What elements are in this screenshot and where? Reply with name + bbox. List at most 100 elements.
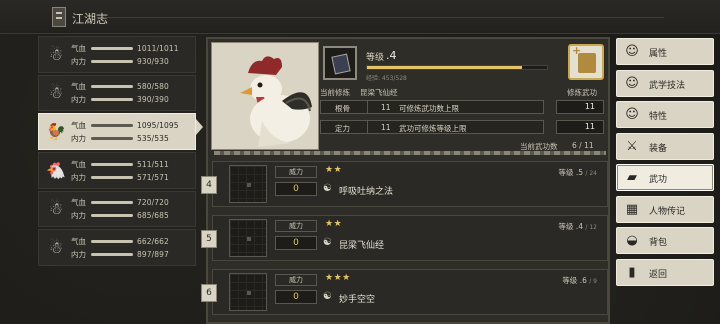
power-label: 威力	[275, 220, 317, 232]
cultivate-label: 修炼武功	[567, 88, 597, 97]
character-avatar-icon: ☃	[48, 44, 64, 64]
mp-stat: 内力 930/930	[71, 56, 169, 66]
skill-name: 妙手空空	[339, 295, 376, 305]
mp-stat: 内力 390/390	[71, 95, 169, 105]
book-icon: ▰	[627, 170, 637, 185]
skill-level: 等级 .5 / 24	[558, 168, 597, 177]
hp-stat: 气血 1095/1095	[71, 120, 179, 130]
power-value: 0	[275, 236, 317, 250]
character-avatar-icon: ☃	[48, 83, 64, 103]
mp-bar	[91, 136, 133, 140]
character-list: ☃ 气血 1011/1011 内力 930/930 ☃ 气血 580/580 内力 39…	[38, 36, 196, 268]
martial-arts-panel: 等级 .4 经验: 453/528 当前修炼 昆梁飞仙经 + 修炼武功 根骨 1…	[201, 37, 610, 324]
rooster-avatar-icon: 🐓	[46, 121, 66, 141]
skill-index: 5	[201, 230, 217, 248]
skill-name: 呼吸吐纳之法	[339, 187, 394, 197]
character-row[interactable]: ☃ 气血 1011/1011 内力 930/930	[38, 36, 196, 73]
skill-count-value: 6 / 11	[572, 141, 594, 150]
character-row[interactable]: ☃ 气血 720/720 内力 685/685	[38, 190, 196, 228]
mp-bar	[91, 59, 133, 63]
hp-stat: 气血 720/720	[71, 198, 169, 208]
rarity-stars: ★★★	[325, 273, 351, 283]
character-portrait	[211, 42, 319, 150]
menu-inventory[interactable]: ◒ 背包	[616, 227, 714, 254]
attribute-value-gengu: 11	[556, 100, 604, 114]
skill-row[interactable]: 5 威力 0 ★★ ☯ 昆梁飞仙经 等级 .4 / 12	[201, 215, 608, 261]
character-avatar-icon: ☃	[48, 237, 64, 257]
skill-level: 等级 .6 / 9	[562, 276, 597, 285]
exp-bar	[366, 65, 548, 70]
mp-stat: 内力 897/897	[71, 249, 169, 259]
face-icon: ☺	[625, 75, 639, 91]
exp-bar-fill	[367, 66, 522, 69]
menu-equipment[interactable]: ⚔ 装备	[616, 132, 714, 160]
skill-row[interactable]: 4 威力 0 ★★ ☯ 呼吸吐纳之法 等级 .5 / 24	[201, 161, 608, 207]
attribute-value-dingli: 11	[556, 120, 604, 134]
hp-bar	[91, 46, 133, 50]
mp-stat: 内力 571/571	[71, 172, 169, 182]
side-menu: ☺ 属性 ☺ 武学技法 ☺ 特性 ⚔ 装备 ▰ 武功 ▦ 人物传记 ◒ 背包 ▮ 返回	[616, 38, 714, 290]
character-row[interactable]: ☃ 气血 580/580 内力 390/390	[38, 74, 196, 112]
journal-icon[interactable]	[52, 7, 66, 27]
yin-yang-icon: ☯	[323, 291, 332, 302]
character-row[interactable]: ☃ 气血 662/662 内力 897/897	[38, 229, 196, 266]
face-icon: ☺	[625, 44, 639, 59]
skill-level: 等级 .4 / 12	[558, 222, 597, 231]
mp-bar	[91, 175, 133, 179]
rarity-stars: ★★	[325, 219, 343, 229]
rooster-portrait-icon	[222, 51, 314, 147]
current-cultivation-name: 昆梁飞仙经	[360, 88, 398, 97]
current-cultivation-label: 当前修炼	[320, 88, 350, 97]
menu-martial-techniques[interactable]: ☺ 武学技法	[616, 69, 714, 97]
hp-stat: 气血 662/662	[71, 236, 169, 246]
menu-martial-arts[interactable]: ▰ 武功	[616, 164, 714, 191]
power-value: 0	[275, 182, 317, 196]
menu-traits[interactable]: ☺ 特性	[616, 101, 714, 128]
top-bar: 江湖志	[0, 0, 720, 34]
menu-attributes[interactable]: ☺ 属性	[616, 38, 714, 65]
skill-slot-icon	[229, 219, 267, 257]
hp-bar	[91, 201, 133, 205]
skill-index: 4	[201, 176, 217, 194]
hp-stat: 气血 511/511	[71, 159, 169, 169]
character-row-selected[interactable]: 🐓 气血 1095/1095 内力 535/535	[38, 113, 196, 150]
character-row[interactable]: 🐔 气血 511/511 内力 571/571	[38, 152, 196, 189]
hp-stat: 气血 580/580	[71, 82, 169, 92]
sword-icon: ⚔	[626, 138, 638, 154]
ornamental-divider	[214, 151, 606, 155]
power-value: 0	[275, 290, 317, 304]
yin-yang-icon: ☯	[323, 183, 332, 194]
chicken-avatar-icon: 🐔	[46, 160, 66, 180]
selection-arrow-icon	[196, 119, 203, 135]
hp-bar	[91, 239, 133, 243]
yin-yang-icon: ☯	[323, 237, 332, 248]
rarity-stars: ★★	[325, 165, 343, 175]
hp-stat: 气血 1011/1011	[71, 43, 179, 53]
door-icon: ▮	[628, 264, 636, 280]
power-label: 威力	[275, 274, 317, 286]
menu-return[interactable]: ▮ 返回	[616, 258, 714, 286]
exp-text: 经验: 453/528	[366, 75, 407, 82]
scroll-icon	[578, 53, 596, 73]
character-avatar-icon: ☃	[48, 199, 64, 219]
face-icon: ☺	[625, 107, 639, 122]
page-title: 江湖志	[72, 12, 109, 26]
hp-bar	[91, 162, 133, 166]
bag-icon: ◒	[626, 233, 638, 248]
attribute-row-gengu: 根骨 11 可修炼武功数上限	[320, 100, 544, 114]
title-divider	[104, 17, 664, 18]
hp-bar	[91, 85, 133, 89]
attribute-row-dingli: 定力 11 武功可修炼等级上限	[320, 120, 544, 134]
mp-stat: 内力 535/535	[71, 133, 169, 143]
skill-slot-icon	[229, 165, 267, 203]
scroll-icon: ▦	[625, 201, 639, 217]
current-skill-book-icon[interactable]	[323, 46, 357, 80]
mp-bar	[91, 252, 133, 256]
power-label: 威力	[275, 166, 317, 178]
hp-bar	[91, 123, 133, 127]
level-value: .4	[386, 49, 397, 62]
skill-row[interactable]: 6 威力 0 ★★★ ☯ 妙手空空 等级 .6 / 9	[201, 269, 608, 315]
cultivate-button[interactable]: +	[568, 44, 604, 80]
menu-biography[interactable]: ▦ 人物传记	[616, 195, 714, 223]
mp-bar	[91, 214, 133, 218]
